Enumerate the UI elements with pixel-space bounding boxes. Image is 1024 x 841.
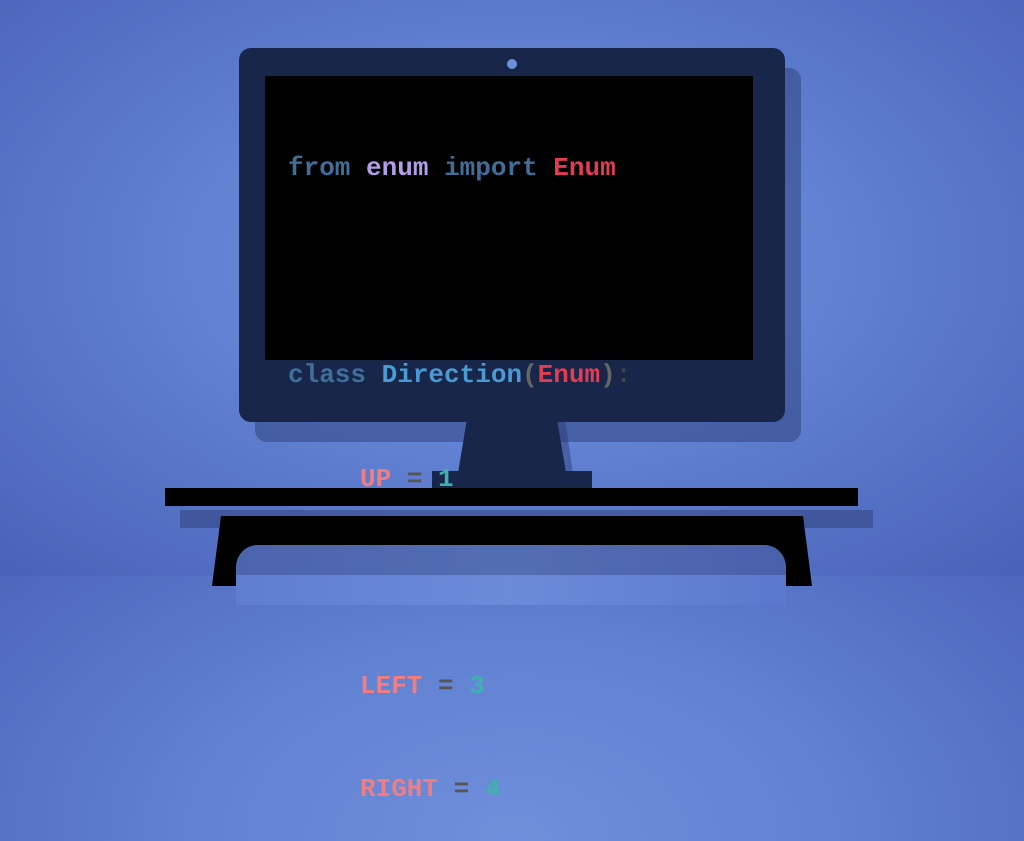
colon: : bbox=[615, 360, 632, 390]
module-name: enum bbox=[366, 153, 429, 183]
code-line-member: LEFT = 3 bbox=[288, 669, 631, 704]
class-name: Direction bbox=[381, 360, 523, 390]
member-name: LEFT bbox=[360, 670, 423, 701]
code-block: from enum import Enum class Direction(En… bbox=[288, 82, 631, 841]
member-value: 4 bbox=[484, 774, 501, 804]
base-class: Enum bbox=[537, 360, 601, 390]
keyword-class: class bbox=[288, 360, 367, 390]
imported-name: Enum bbox=[553, 153, 616, 183]
paren-open: ( bbox=[522, 360, 538, 390]
code-line-import: from enum import Enum bbox=[288, 151, 631, 186]
assign-operator: = bbox=[438, 670, 454, 701]
member-name: RIGHT bbox=[360, 774, 439, 804]
keyword-from: from bbox=[288, 153, 351, 183]
paren-close: ) bbox=[600, 360, 616, 390]
code-line-member: RIGHT = 4 bbox=[288, 772, 631, 807]
desk-opening-shadow bbox=[236, 545, 786, 575]
desk-top bbox=[165, 488, 858, 506]
webcam-icon bbox=[507, 59, 517, 69]
keyword-import: import bbox=[444, 153, 538, 183]
member-value: 3 bbox=[469, 670, 485, 701]
code-line-class: class Direction(Enum): bbox=[288, 358, 631, 393]
assign-operator: = bbox=[453, 774, 470, 804]
